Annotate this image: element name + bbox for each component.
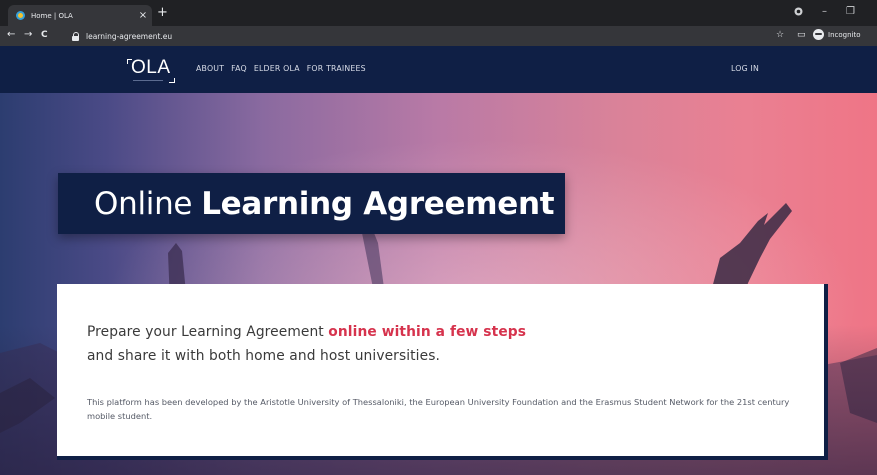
address-bar[interactable]: learning-agreement.eu: [72, 28, 762, 44]
intro-description: This platform has been developed by the …: [87, 397, 790, 421]
intro-lead-line1: Prepare your Learning Agreement online w…: [87, 324, 526, 340]
ola-logo[interactable]: OLA: [127, 57, 175, 83]
cast-icon[interactable]: ▭: [797, 30, 806, 40]
hero-title-light: Online: [94, 185, 193, 222]
intro-lead-prefix: Prepare your Learning Agreement: [87, 324, 329, 340]
hero-title-box: Online Learning Agreement: [58, 173, 565, 234]
back-button[interactable]: ←: [7, 29, 15, 40]
nav-about[interactable]: ABOUT: [196, 64, 224, 73]
nav-for-trainees[interactable]: FOR TRAINEES: [307, 64, 366, 73]
tab-title: Home | OLA: [31, 11, 73, 20]
incognito-indicator[interactable]: Incognito: [813, 29, 860, 40]
logo-text: OLA: [131, 57, 171, 78]
site-favicon-icon: [16, 11, 25, 20]
logo-underline: [133, 80, 163, 81]
intro-lead-highlight: online within a few steps: [328, 324, 527, 340]
browser-toolbar: ← → C learning-agreement.eu ☆ ▭: [0, 26, 877, 46]
lock-icon: [72, 31, 80, 41]
reload-button[interactable]: C: [41, 30, 48, 40]
forward-button[interactable]: →: [24, 29, 32, 40]
new-tab-button[interactable]: +: [157, 5, 168, 20]
incognito-label: Incognito: [828, 30, 861, 39]
hero-title-bold: Learning Agreement: [201, 185, 555, 222]
site-header: OLA ABOUT FAQ ELDER OLA FOR TRAINEES LOG…: [0, 46, 877, 93]
minimize-button[interactable]: –: [822, 6, 827, 17]
login-link[interactable]: LOG IN: [731, 64, 759, 73]
main-nav: ABOUT FAQ ELDER OLA FOR TRAINEES: [196, 64, 366, 73]
intro-card: Prepare your Learning Agreement online w…: [57, 284, 828, 460]
tab-close-icon[interactable]: ×: [134, 10, 152, 21]
incognito-icon: [813, 29, 824, 40]
nav-faq[interactable]: FAQ: [231, 64, 247, 73]
browser-tabstrip: Home | OLA × + – ❐: [0, 0, 877, 26]
logo-bracket-icon: [169, 78, 175, 83]
browser-tab[interactable]: Home | OLA ×: [8, 5, 152, 26]
bookmark-star-icon[interactable]: ☆: [776, 30, 784, 40]
url-text: learning-agreement.eu: [86, 31, 173, 41]
account-icon[interactable]: [794, 7, 803, 19]
hero-section: Online Learning Agreement Prepare your L…: [0, 93, 877, 475]
intro-lead-line2: and share it with both home and host uni…: [87, 348, 440, 364]
restore-button[interactable]: ❐: [846, 6, 855, 17]
nav-elder-ola[interactable]: ELDER OLA: [254, 64, 300, 73]
